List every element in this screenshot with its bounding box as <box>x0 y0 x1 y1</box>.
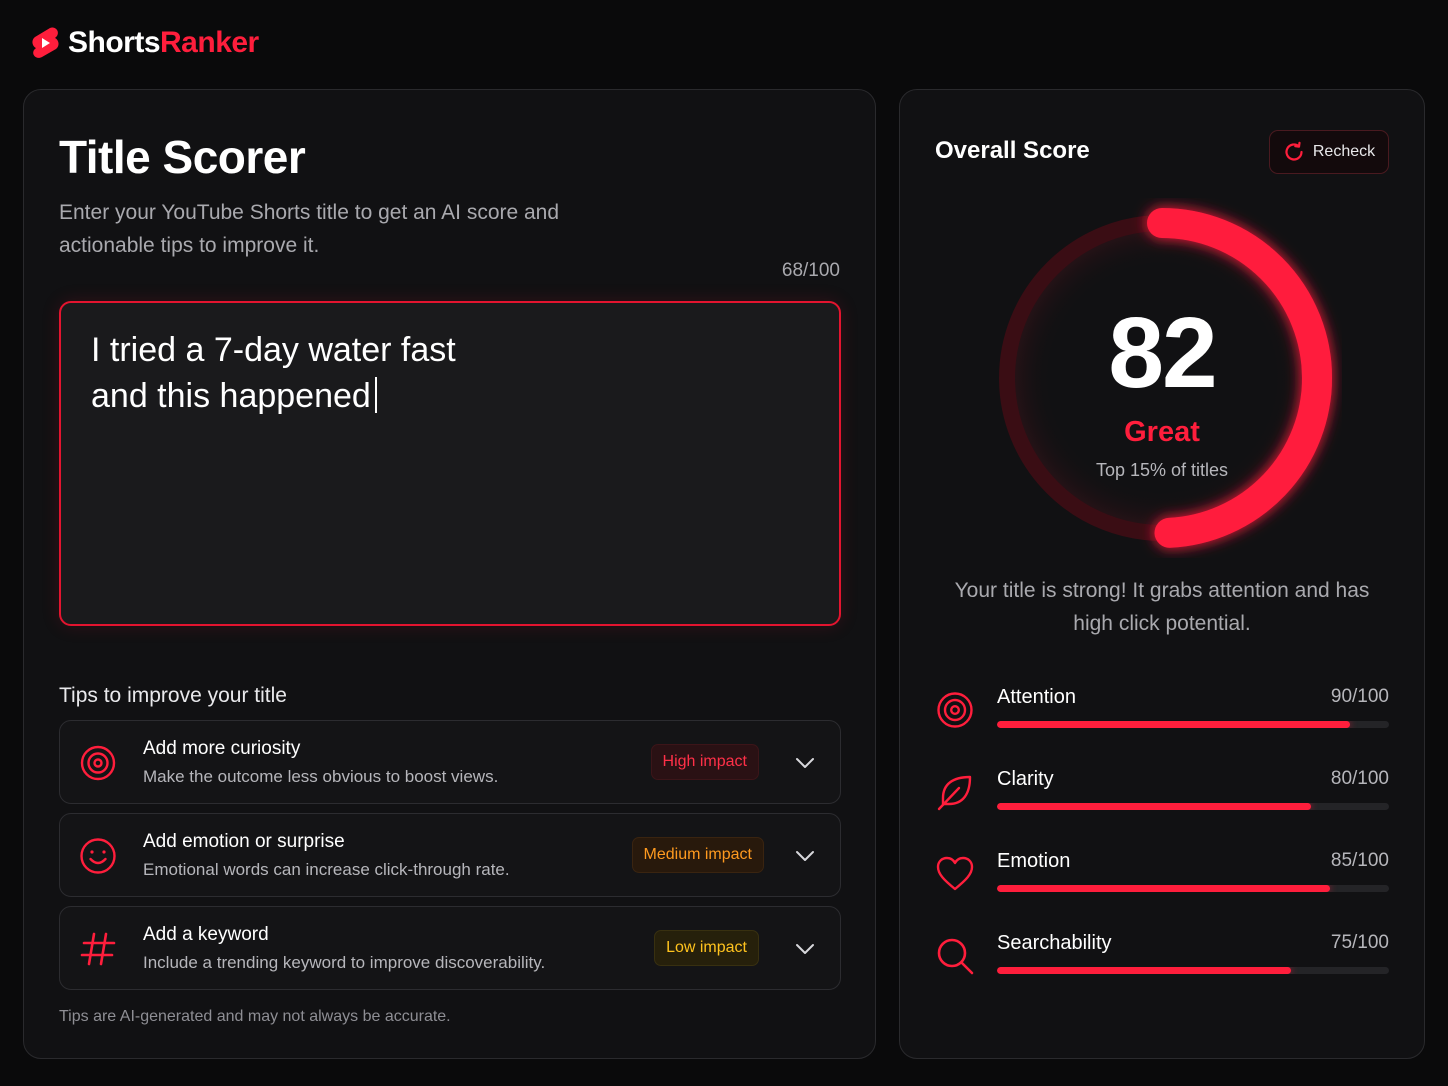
metric-bar-track <box>997 967 1389 974</box>
tip-card-keyword[interactable]: Add a keyword Include a trending keyword… <box>59 906 841 990</box>
tip-card-emotion[interactable]: Add emotion or surprise Emotional words … <box>59 813 841 897</box>
impact-badge-medium: Medium impact <box>631 837 764 873</box>
chevron-down-icon[interactable] <box>794 752 816 774</box>
metric-clarity: Clarity 80/100 <box>935 768 1389 828</box>
recheck-label: Recheck <box>1312 143 1376 160</box>
heart-icon <box>936 856 974 891</box>
title-input[interactable]: I tried a 7-day water fast and this happ… <box>59 301 841 626</box>
refresh-icon <box>1285 141 1303 161</box>
brand-logo[interactable]: ShortsRanker <box>30 26 259 60</box>
metric-searchability: Searchability 75/100 <box>935 932 1389 992</box>
tip-title: Add more curiosity <box>143 738 301 759</box>
text-caret <box>374 377 377 413</box>
metric-label: Clarity <box>997 768 1054 790</box>
tip-title: Add emotion or surprise <box>143 831 345 852</box>
target-icon <box>937 692 973 728</box>
metric-value: 75/100 <box>1330 932 1389 953</box>
metric-attention: Attention 90/100 <box>935 686 1389 746</box>
metric-value: 85/100 <box>1330 850 1389 871</box>
search-icon <box>937 938 974 975</box>
chevron-down-icon[interactable] <box>794 845 816 867</box>
impact-badge-high: High impact <box>650 744 759 780</box>
title-scorer-panel: Title Scorer Enter your YouTube Shorts t… <box>23 89 876 1059</box>
brand-name-second: Ranker <box>160 26 259 59</box>
metric-value: 90/100 <box>1330 686 1389 707</box>
tip-card-curiosity[interactable]: Add more curiosity Make the outcome less… <box>59 720 841 804</box>
score-value: 82 <box>1108 297 1217 409</box>
recheck-button[interactable]: Recheck <box>1269 130 1389 174</box>
metric-label: Emotion <box>997 850 1071 872</box>
score-rank: Top 15% of titles <box>1095 460 1229 480</box>
score-grade: Great <box>1124 416 1200 448</box>
tip-description: Make the outcome less obvious to boost v… <box>143 767 499 786</box>
chevron-down-icon[interactable] <box>794 938 816 960</box>
metric-bar-fill <box>997 803 1311 810</box>
metric-bar-fill <box>997 721 1350 728</box>
character-counter: 68/100 <box>781 260 840 281</box>
overall-score-panel: Overall Score Recheck 82 Great Top 15% o… <box>899 89 1425 1059</box>
metric-bar-track <box>997 803 1389 810</box>
target-icon <box>80 745 116 781</box>
tip-title: Add a keyword <box>143 924 269 945</box>
metric-emotion: Emotion 85/100 <box>935 850 1389 910</box>
tip-description: Emotional words can increase click-throu… <box>143 860 510 879</box>
page-subtitle: Enter your YouTube Shorts title to get a… <box>59 201 560 257</box>
overall-score-title: Overall Score <box>935 137 1090 164</box>
hashtag-icon <box>80 932 116 966</box>
title-input-text: I tried a 7-day water fast and this happ… <box>91 331 456 415</box>
brand-name-first: Shorts <box>68 26 161 59</box>
metric-bar-track <box>997 885 1389 892</box>
tip-description: Include a trending keyword to improve di… <box>143 953 546 972</box>
shorts-logo-icon <box>32 27 59 58</box>
disclaimer-text: Tips are AI-generated and may not always… <box>59 1008 451 1025</box>
page-title: Title Scorer <box>59 131 306 183</box>
metric-bar-track <box>997 721 1389 728</box>
score-summary: Your title is strong! It grabs attention… <box>954 579 1370 635</box>
metric-label: Searchability <box>997 932 1112 954</box>
score-gauge: 82 Great Top 15% of titles <box>982 198 1342 558</box>
leaf-icon <box>937 775 972 811</box>
metric-bar-fill <box>997 967 1291 974</box>
impact-badge-low: Low impact <box>654 930 759 966</box>
smiley-icon <box>80 838 116 874</box>
metric-value: 80/100 <box>1330 768 1389 789</box>
tips-heading: Tips to improve your title <box>59 684 287 707</box>
metric-bar-fill <box>997 885 1331 892</box>
metric-label: Attention <box>997 686 1076 708</box>
